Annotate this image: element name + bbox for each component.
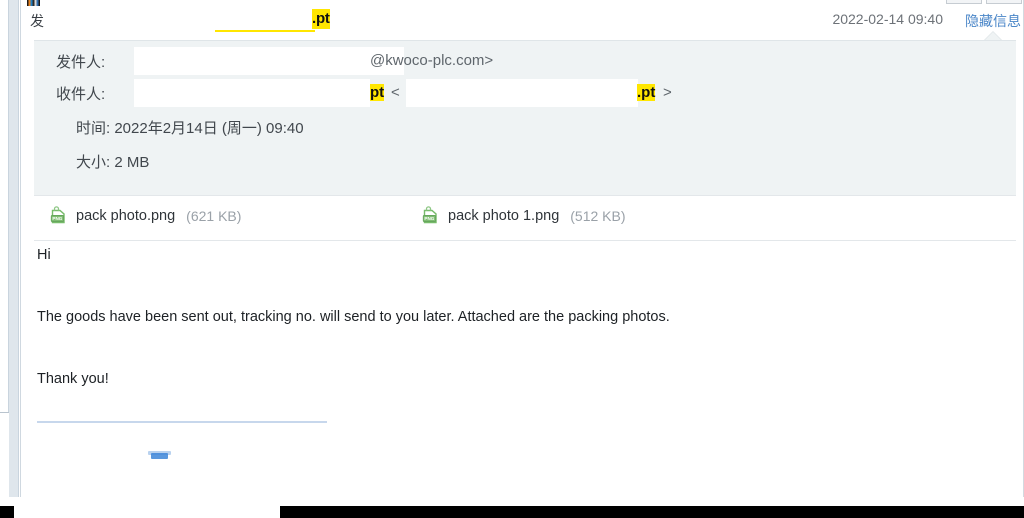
- attachment-item[interactable]: PNG pack photo 1.png (512 KB): [420, 205, 626, 226]
- png-file-icon: PNG: [48, 205, 69, 226]
- toolbar-button-a[interactable]: [946, 0, 982, 4]
- recipient-redaction-mask-2: [406, 79, 638, 107]
- email-date: 2022-02-14 09:40: [832, 11, 943, 27]
- email-reader-pane: 发 .pt 2022-02-14 09:40 隐藏信息 发件人: @kwoco-…: [22, 0, 1024, 518]
- attachment-filesize: (512 KB): [570, 207, 626, 224]
- left-scroll-rail: [0, 0, 22, 518]
- recipient-highlight-1: pt: [370, 84, 385, 101]
- attachment-filename: pack photo.png: [76, 207, 176, 224]
- recipient-bracket-open: <: [391, 84, 400, 101]
- body-paragraph: The goods have been sent out, tracking n…: [37, 309, 670, 325]
- bottom-letterbox-left: [0, 506, 14, 518]
- body-closing: Thank you!: [37, 371, 109, 387]
- toggle-details-link[interactable]: 隐藏信息: [965, 11, 1021, 31]
- sender-label: 发件人:: [56, 54, 106, 71]
- png-file-icon: PNG: [420, 205, 441, 226]
- subject-bar: 发 .pt 2022-02-14 09:40 隐藏信息: [22, 0, 1024, 41]
- body-greeting: Hi: [37, 247, 51, 263]
- email-details-panel: 发件人: @kwoco-plc.com> 收件人: pt < .pt > 时间:…: [34, 40, 1016, 195]
- recipient-label: 收件人:: [56, 86, 106, 103]
- rail-notch: [0, 412, 9, 499]
- attachment-item[interactable]: PNG pack photo.png (621 KB): [48, 205, 241, 226]
- email-body: Hi The goods have been sent out, trackin…: [34, 241, 1016, 515]
- panel-divider: [20, 0, 21, 497]
- svg-text:PNG: PNG: [52, 216, 62, 221]
- recipient-bracket-close: >: [663, 84, 672, 101]
- recipient-redaction-mask-1: [134, 79, 370, 107]
- app-icon: [27, 0, 40, 6]
- subject-redaction-mask: [52, 8, 217, 30]
- attachment-filename: pack photo 1.png: [448, 207, 560, 224]
- attachment-bar: PNG pack photo.png (621 KB) PNG pack pho…: [34, 195, 1016, 241]
- sender-redaction-mask: [134, 47, 404, 75]
- attachment-filesize: (621 KB): [186, 207, 242, 224]
- time-value: 时间: 2022年2月14日 (周一) 09:40: [76, 120, 304, 137]
- recipient-highlight-2: .pt: [637, 84, 656, 101]
- sender-domain: @kwoco-plc.com>: [370, 52, 494, 69]
- subject-prefix-text: 发: [30, 13, 44, 29]
- subject-highlighted-tail: .pt: [312, 9, 330, 29]
- bottom-letterbox-right: [280, 506, 1024, 518]
- scrollbar-track[interactable]: [8, 0, 19, 497]
- svg-text:PNG: PNG: [424, 216, 434, 221]
- toolbar-button-b[interactable]: [986, 0, 1022, 4]
- signature-divider: [37, 421, 327, 423]
- greeting-redaction-mask: [72, 247, 192, 267]
- size-value: 大小: 2 MB: [76, 154, 150, 171]
- subject-highlight-underline: [215, 30, 315, 32]
- signature-logo: [151, 453, 168, 459]
